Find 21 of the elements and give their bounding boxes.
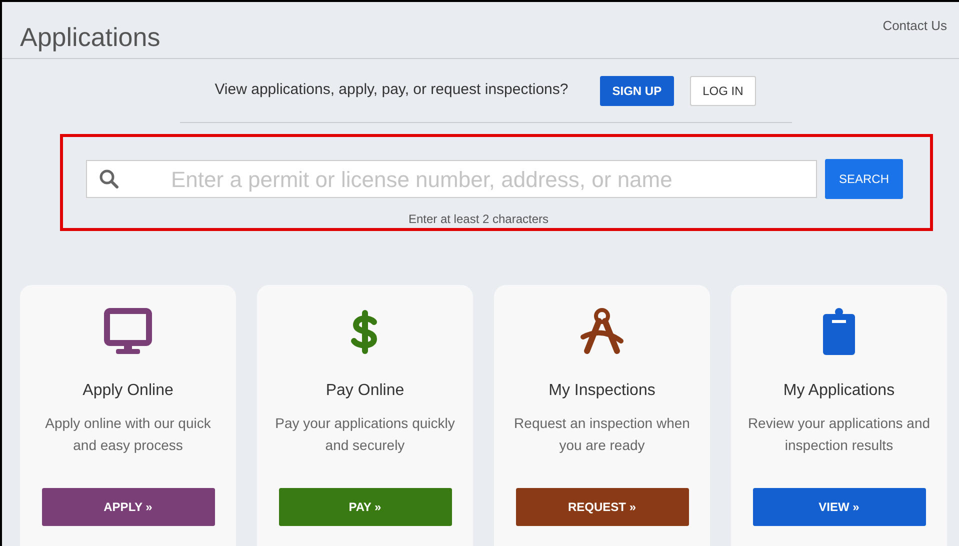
card-action-button[interactable]: PAY » [278,488,452,526]
sign-up-button[interactable]: SIGN UP [600,76,674,106]
search-button[interactable]: SEARCH [825,159,903,199]
contact-link[interactable]: Contact Us [882,16,947,36]
card-title: My Applications [783,381,895,401]
search-icon [99,169,119,189]
card-title: My Inspections [548,381,656,401]
search-field[interactable]: Enter a permit or license number, address, or name [86,160,817,198]
page-title: Applications [20,21,160,54]
card-action-button[interactable]: VIEW » [752,488,926,526]
card-description: Request an inspection when you are ready [513,414,691,455]
card-action-button[interactable]: APPLY » [42,488,214,526]
card-description: Pay your applications quickly and securely [274,414,456,455]
account-prompt: View applications, apply, pay, or request inspections? [214,80,568,100]
search-hint: Enter at least 2 characters [408,211,549,228]
card-action-button[interactable]: REQUEST » [516,488,688,526]
log-in-button[interactable]: LOG IN [690,76,756,106]
card-description: Review your applications and inspection results [746,414,932,455]
card-title: Pay Online [326,381,404,401]
card-description: Apply online with our quick and easy process [44,414,212,455]
card-title: Apply Online [82,381,174,401]
